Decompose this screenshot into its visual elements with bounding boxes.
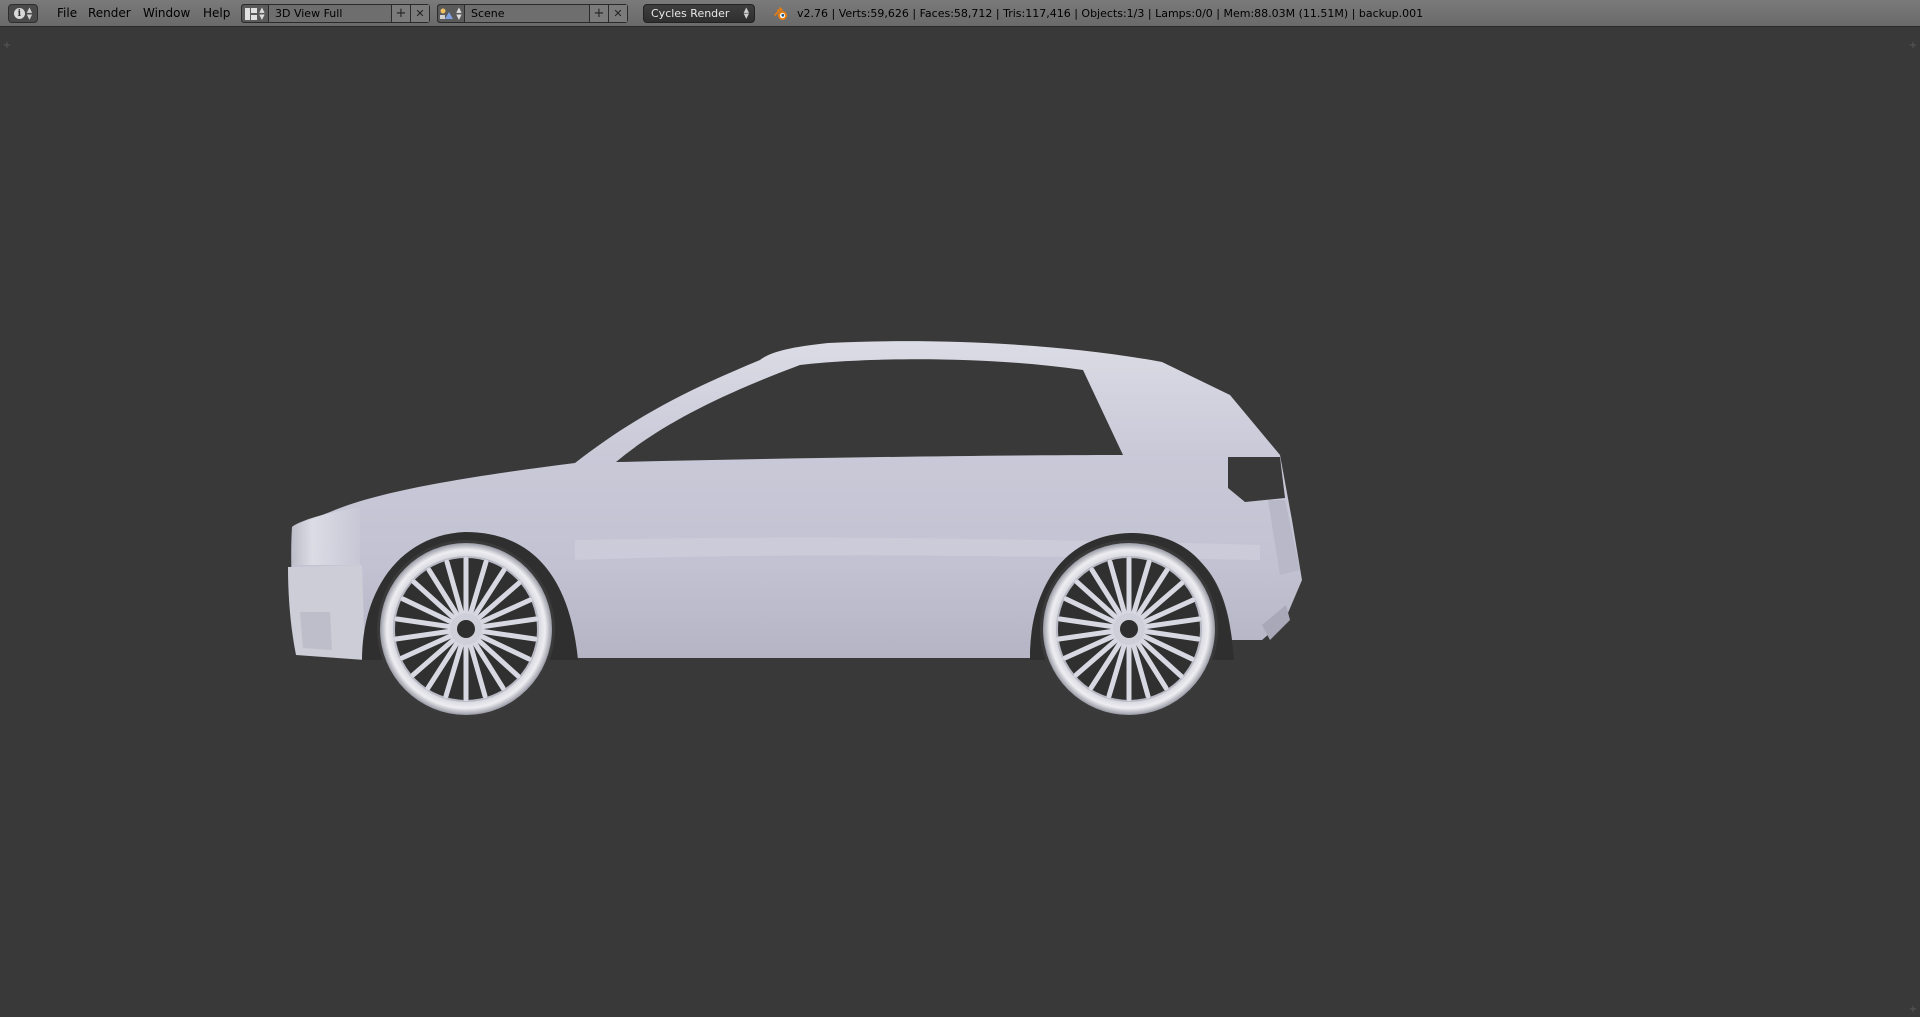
menu-help[interactable]: Help: [197, 5, 236, 22]
layout-icon[interactable]: ▲ ▼: [242, 5, 269, 22]
editor-type-selector[interactable]: i ▲ ▼: [8, 4, 38, 23]
screen-layout-field[interactable]: 3D View Full: [269, 5, 391, 22]
menu-window[interactable]: Window: [137, 5, 196, 22]
screen-layout-selector[interactable]: ▲ ▼ 3D View Full + ✕: [241, 4, 430, 23]
scene-field[interactable]: Scene: [465, 5, 589, 22]
dropdown-arrows-icon: ▲ ▼: [743, 6, 749, 20]
car-model[interactable]: [0, 27, 1920, 1017]
add-icon[interactable]: +: [391, 5, 410, 22]
close-icon[interactable]: ✕: [410, 5, 429, 22]
car-front: [292, 507, 360, 565]
render-engine-dropdown[interactable]: Cycles Render ▲ ▼: [643, 4, 755, 23]
render-engine-value: Cycles Render: [651, 7, 730, 20]
rear-wheel: [1040, 540, 1218, 718]
3d-viewport[interactable]: + + +: [0, 27, 1920, 1017]
info-header: i ▲ ▼ File Render Window Help ▲ ▼ 3D View …: [0, 0, 1920, 27]
blender-logo: [774, 7, 787, 20]
updown-arrows-icon: ▲ ▼: [26, 5, 33, 21]
menu-file[interactable]: File: [51, 5, 83, 22]
info-icon: i: [13, 8, 25, 19]
close-icon[interactable]: ✕: [608, 5, 627, 22]
scene-icon[interactable]: ▲ ▼: [438, 5, 465, 22]
scene-stats: v2.76 | Verts:59,626 | Faces:58,712 | Tr…: [797, 7, 1424, 20]
front-wheel: [377, 540, 555, 718]
add-icon[interactable]: +: [589, 5, 608, 22]
scene-selector[interactable]: ▲ ▼ Scene + ✕: [437, 4, 628, 23]
menu-render[interactable]: Render: [82, 5, 137, 22]
